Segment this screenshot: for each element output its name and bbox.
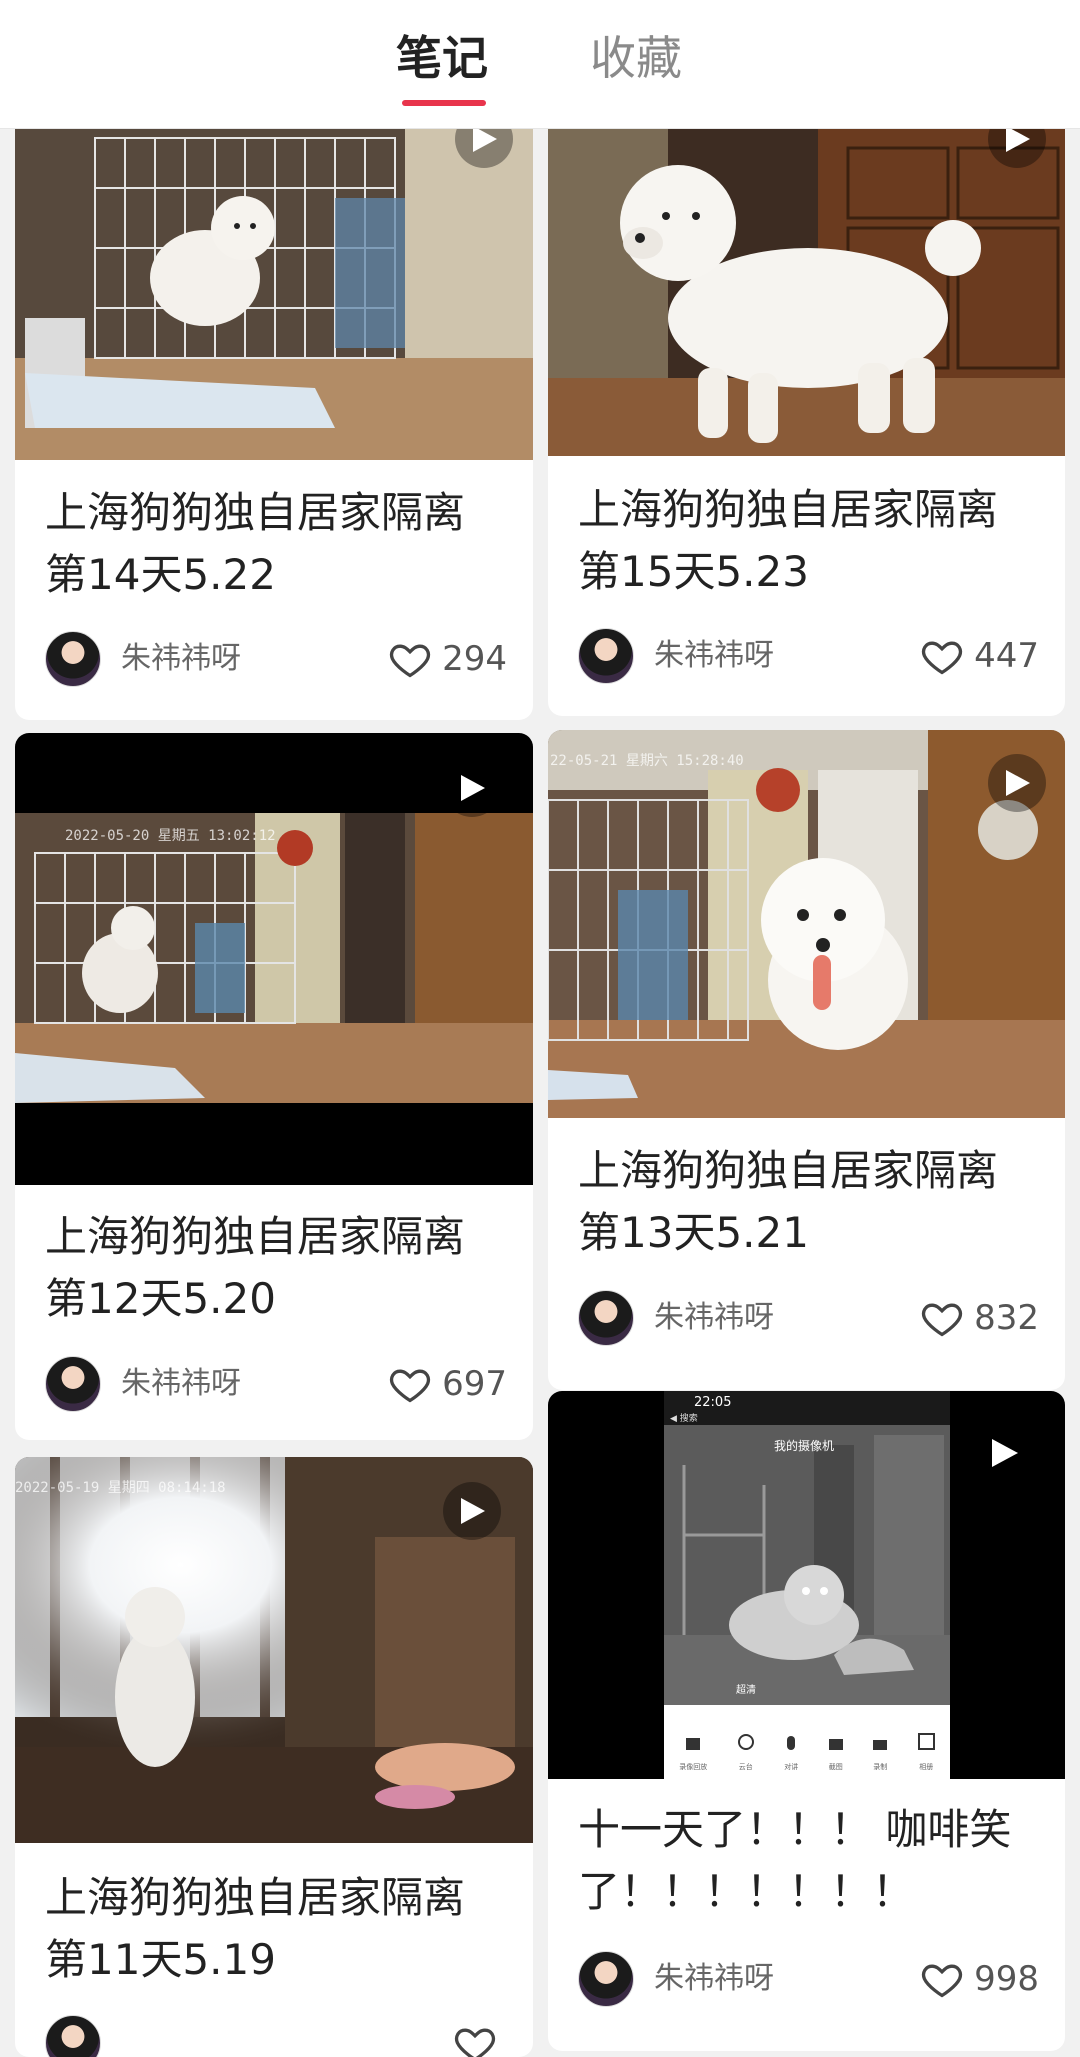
control-ptz[interactable]: 云台: [737, 1734, 754, 1773]
like-count: 294: [442, 639, 507, 679]
post-card[interactable]: 22:05 ◀ 搜索 我的摄像机 超清 录像回放 云台 对讲 截图 录制 相册 …: [548, 1391, 1065, 2051]
post-card[interactable]: 2022-05-19 星期四 08:14:18 上海狗狗独自居家隔离 第11天5…: [15, 1457, 533, 2057]
control-talk[interactable]: 对讲: [784, 1736, 798, 1773]
heart-icon: [390, 1369, 431, 1403]
author-name[interactable]: 朱祎祎呀: [121, 1364, 241, 1404]
post-thumbnail[interactable]: [548, 128, 1065, 456]
post-thumbnail[interactable]: 2022-05-19 星期四 08:14:18: [15, 1457, 533, 1843]
post-title-line1: 十一天了！！！ 咖啡笑: [578, 1805, 1012, 1854]
heart-icon: [922, 1964, 963, 1998]
like-button[interactable]: 832: [920, 1290, 1039, 1346]
avatar[interactable]: [578, 1951, 634, 2007]
avatar[interactable]: [45, 1356, 101, 1412]
camera-header: 我的摄像机: [774, 1439, 835, 1453]
post-title-line2: 第15天5.23: [578, 547, 809, 596]
author-name[interactable]: 朱祎祎呀: [654, 636, 774, 676]
post-title-line2: 了！！！！！！！: [578, 1867, 915, 1916]
post-card[interactable]: 上海狗狗独自居家隔离 第14天5.22 朱祎祎呀 294: [15, 128, 533, 720]
avatar[interactable]: [45, 631, 101, 687]
like-count: 832: [974, 1298, 1039, 1338]
control-screenshot[interactable]: 截图: [828, 1739, 843, 1773]
thumbnail-scene: [15, 128, 533, 460]
post-title-line2: 第11天5.19: [45, 1935, 276, 1984]
post-title-line1: 上海狗狗独自居家隔离: [45, 488, 466, 537]
like-count: 697: [442, 1364, 507, 1404]
heart-icon: [390, 644, 431, 678]
post-title-line1: 上海狗狗独自居家隔离: [578, 485, 999, 534]
author-name[interactable]: 朱祎祎呀: [121, 639, 241, 679]
like-button[interactable]: 697: [388, 1356, 507, 1412]
control-record[interactable]: 录制: [873, 1740, 888, 1773]
play-icon: [992, 1439, 1018, 1471]
camera-timestamp: 22-05-21 星期六 15:28:40: [550, 753, 744, 769]
quality-label: 超清: [736, 1685, 756, 1696]
tab-collections[interactable]: 收藏: [590, 28, 682, 88]
like-button[interactable]: [453, 2015, 507, 2057]
post-card[interactable]: 上海狗狗独自居家隔离 第15天5.23 朱祎祎呀 447: [548, 128, 1065, 716]
heart-icon: [454, 2028, 496, 2057]
post-thumbnail[interactable]: [15, 128, 533, 460]
camera-timestamp: 2022-05-19 星期四 08:14:18: [15, 1480, 226, 1496]
like-count: 447: [974, 636, 1039, 676]
like-button[interactable]: 447: [920, 628, 1039, 684]
post-title-line1: 上海狗狗独自居家隔离: [45, 1873, 466, 1922]
avatar[interactable]: [578, 628, 634, 684]
phone-back-label: ◀ 搜索: [670, 1414, 698, 1424]
like-button[interactable]: 998: [920, 1951, 1039, 2007]
heart-icon: [922, 641, 963, 675]
play-icon: [988, 754, 1046, 812]
post-card[interactable]: 2022-05-20 星期五 13:02:12 上海狗狗独自居家隔离 第12天5…: [15, 733, 533, 1440]
control-playback[interactable]: 录像回放: [679, 1738, 707, 1773]
post-thumbnail[interactable]: 22-05-21 星期六 15:28:40: [548, 730, 1065, 1118]
camera-feed: 我的摄像机 超清: [664, 1425, 950, 1705]
thumbnail-scene: [664, 1425, 950, 1705]
avatar[interactable]: [45, 2015, 101, 2057]
phone-status-time: 22:05: [694, 1395, 732, 1410]
post-thumbnail[interactable]: 2022-05-20 星期五 13:02:12: [15, 733, 533, 1185]
camera-timestamp: 2022-05-20 星期五 13:02:12: [65, 828, 276, 844]
post-title-line2: 第14天5.22: [45, 550, 276, 599]
tab-active-indicator: [402, 100, 486, 106]
thumbnail-scene: [548, 128, 1065, 456]
like-count: 998: [974, 1959, 1039, 1999]
author-name[interactable]: 朱祎祎呀: [654, 1298, 774, 1338]
play-icon: [443, 759, 501, 817]
play-icon: [443, 1482, 501, 1540]
post-thumbnail[interactable]: 22:05 ◀ 搜索 我的摄像机 超清 录像回放 云台 对讲 截图 录制 相册: [548, 1391, 1065, 1779]
tab-bar: 笔记 收藏: [0, 0, 1080, 128]
control-album[interactable]: 相册: [917, 1733, 935, 1773]
author-name[interactable]: 朱祎祎呀: [654, 1959, 774, 1999]
post-title-line1: 上海狗狗独自居家隔离: [45, 1212, 466, 1261]
heart-icon: [922, 1303, 963, 1337]
thumbnail-scene: [548, 730, 1065, 1118]
avatar[interactable]: [578, 1290, 634, 1346]
post-card[interactable]: 22-05-21 星期六 15:28:40 上海狗狗独自居家隔离 第13天5.2…: [548, 730, 1065, 1390]
post-title-line2: 第13天5.21: [578, 1208, 809, 1257]
camera-controls: 录像回放 云台 对讲 截图 录制 相册: [664, 1705, 950, 1779]
post-title-line2: 第12天5.20: [45, 1274, 276, 1323]
post-title-line1: 上海狗狗独自居家隔离: [578, 1146, 999, 1195]
tab-notes[interactable]: 笔记: [396, 28, 488, 88]
phone-screenshot: 22:05 ◀ 搜索 我的摄像机 超清 录像回放 云台 对讲 截图 录制 相册: [664, 1391, 950, 1779]
like-button[interactable]: 294: [388, 631, 507, 687]
